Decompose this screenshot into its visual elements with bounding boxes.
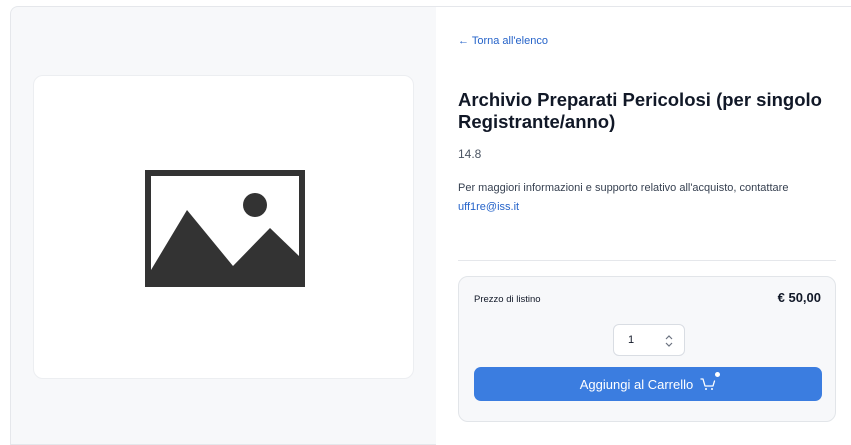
quantity-value[interactable]: 1 [628, 334, 634, 346]
image-placeholder-icon [145, 170, 305, 287]
contact-email-link[interactable]: uff1re@iss.it [458, 201, 519, 213]
info-text-prefix: Per maggiori informazioni e supporto rel… [458, 182, 789, 194]
add-to-cart-label: Aggiungi al Carrello [579, 376, 694, 392]
product-image-card [33, 75, 414, 379]
product-details-panel: ← Torna all'elenco Archivio Preparati Pe… [436, 6, 851, 445]
product-code: 14.8 [458, 147, 482, 161]
add-to-cart-button[interactable]: Aggiungi al Carrello [474, 367, 822, 401]
product-title: Archivio Preparati Pericolosi (per singo… [458, 89, 822, 132]
cart-icon [700, 372, 721, 391]
cart-badge-dot [715, 372, 721, 377]
stepper-arrows-icon[interactable] [664, 334, 674, 348]
purchase-card: Prezzo di listino € 50,00 1 Aggiungi al … [458, 276, 836, 422]
back-to-list-link[interactable]: ← Torna all'elenco [458, 35, 548, 47]
quantity-stepper[interactable]: 1 [613, 324, 685, 356]
product-image-panel [10, 6, 436, 445]
divider [458, 260, 836, 261]
price-label: Prezzo di listino [474, 294, 541, 305]
purchase-info-text: Per maggiori informazioni e supporto rel… [458, 179, 828, 217]
price-value: € 50,00 [777, 290, 821, 305]
